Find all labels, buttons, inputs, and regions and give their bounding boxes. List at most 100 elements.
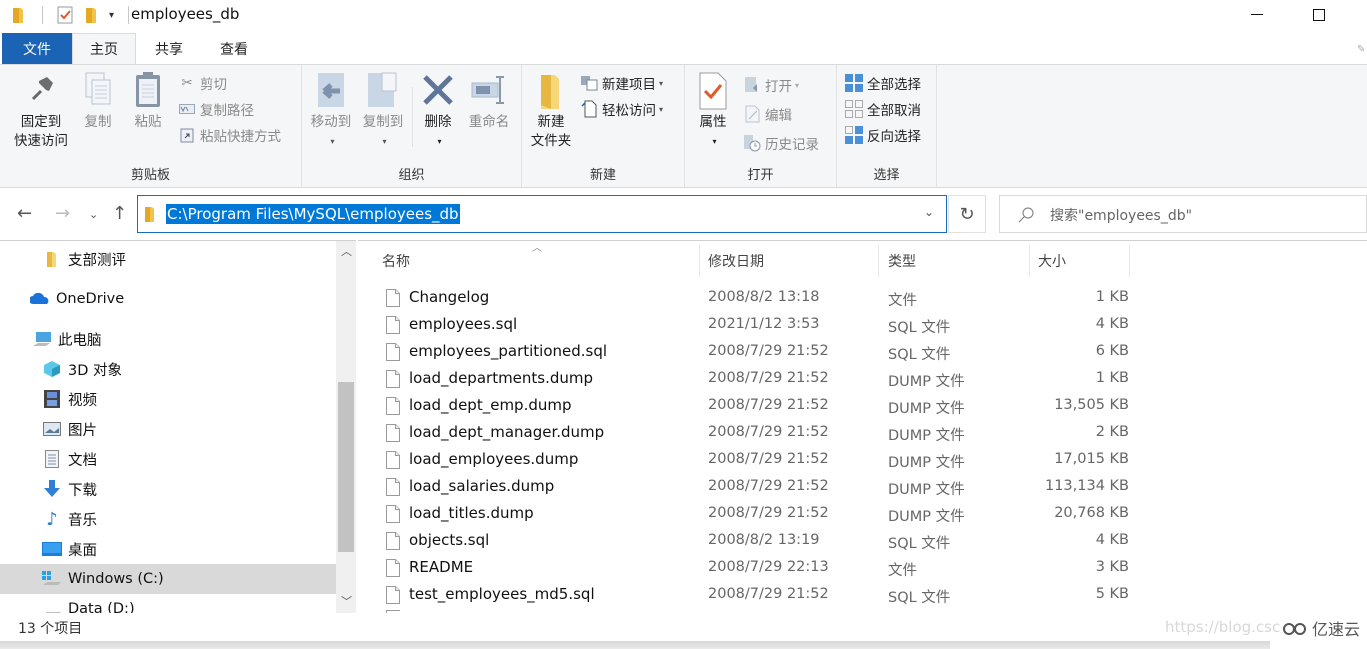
address-path[interactable]: C:\Program Files\MySQL\employees_db (166, 204, 460, 224)
item-count: 13 个项目 (18, 621, 83, 637)
file-date: 2008/7/29 21:52 (708, 424, 829, 440)
file-row[interactable]: load_dept_emp.dump 2008/7/29 21:52 DUMP 文件… (358, 393, 1367, 420)
scissors-icon: ✂ (181, 75, 193, 91)
column-header-type[interactable]: 类型 (888, 251, 916, 271)
back-button[interactable]: ← (17, 203, 32, 224)
sidebar-item-pictures[interactable]: 图片 (0, 414, 336, 444)
column-header-size[interactable]: 大小 (1038, 251, 1066, 271)
file-row[interactable]: README 2008/7/29 22:13 文件 3 KB (358, 555, 1367, 582)
rename-button[interactable]: 重命名 (462, 71, 516, 132)
sidebar-item-onedrive[interactable]: OneDrive (0, 284, 336, 314)
properties-icon[interactable] (57, 6, 73, 24)
navigation-bar: ← → ⌄ ↑ C:\Program Files\MySQL\employees… (0, 189, 1367, 239)
new-folder-icon[interactable] (85, 6, 99, 24)
sidebar-item-this-pc[interactable]: 此电脑 (0, 324, 336, 354)
sidebar-item-label: Windows (C:) (68, 571, 164, 587)
up-button[interactable]: ↑ (112, 203, 127, 224)
file-row[interactable]: load_salaries.dump 2008/7/29 21:52 DUMP 文件… (358, 474, 1367, 501)
file-row[interactable]: test_employees_md5.sql 2008/7/29 21:52 SQL… (358, 582, 1367, 609)
delete-button[interactable]: 删除 ▾ (418, 71, 458, 151)
forward-button[interactable]: → (55, 203, 70, 224)
file-icon (386, 316, 400, 334)
sidebar-item-music[interactable]: ♪ 音乐 (0, 504, 336, 534)
file-name: employees.sql (409, 315, 518, 333)
file-row[interactable]: load_titles.dump 2008/7/29 21:52 DUMP 文件 20… (358, 501, 1367, 528)
move-to-button[interactable]: 移动到 ▾ (306, 71, 356, 151)
maximize-button[interactable] (1296, 0, 1342, 30)
minimize-button[interactable] (1234, 0, 1280, 30)
file-row[interactable]: load_dept_manager.dump 2008/7/29 21:52 DUM… (358, 420, 1367, 447)
sidebar-scrollbar[interactable]: ︿ ﹀ (336, 241, 356, 613)
recent-locations-button[interactable]: ⌄ (89, 208, 98, 221)
drive-c-icon (42, 569, 62, 589)
tab-home[interactable]: 主页 (72, 33, 136, 64)
horizontal-scrollbar[interactable] (0, 641, 1270, 649)
column-header-name[interactable]: 名称 (382, 251, 410, 271)
copy-to-button[interactable]: 复制到 ▾ (358, 71, 408, 151)
copy-to-label: 复制到 (362, 114, 404, 130)
copy-button[interactable]: 复制 (78, 71, 118, 132)
paste-button[interactable]: 粘贴 (128, 71, 168, 132)
pin-quick-access-button[interactable]: 固定到 快速访问 (8, 71, 74, 151)
refresh-button[interactable]: ↻ (948, 195, 986, 233)
open-button[interactable]: 打开 ▾ (743, 73, 799, 97)
file-type: SQL 文件 (888, 590, 951, 606)
file-row[interactable]: Changelog 2008/8/2 13:18 文件 1 KB (358, 285, 1367, 312)
file-name: load_employees.dump (409, 450, 579, 468)
folder-icon[interactable] (12, 6, 26, 24)
file-name: load_dept_manager.dump (409, 423, 605, 441)
address-bar[interactable]: C:\Program Files\MySQL\employees_db ⌄ (137, 195, 947, 233)
file-row[interactable]: employees_partitioned.sql 2008/7/29 21:52… (358, 339, 1367, 366)
invert-selection-label: 反向选择 (867, 129, 921, 145)
file-type: DUMP 文件 (888, 509, 965, 525)
column-divider[interactable] (699, 245, 700, 277)
paste-shortcut-button[interactable]: 粘贴快捷方式 (178, 123, 281, 147)
column-divider[interactable] (1029, 245, 1030, 277)
address-dropdown-icon[interactable]: ⌄ (924, 205, 934, 219)
tab-file[interactable]: 文件 (2, 33, 72, 64)
sidebar-item-drive-c[interactable]: Windows (C:) (0, 564, 336, 594)
new-group: 新建 文件夹 新建项目 ▾ 轻松访问 ▾ 新建 (522, 65, 685, 187)
column-divider[interactable] (1129, 245, 1130, 277)
customize-dropdown-icon[interactable]: ▾ (109, 10, 114, 21)
sidebar-item-3d-objects[interactable]: 3D 对象 (0, 354, 336, 384)
sidebar-item-desktop[interactable]: 桌面 (0, 534, 336, 564)
search-box[interactable]: 搜索"employees_db" (999, 195, 1367, 233)
sidebar-item-documents[interactable]: 文档 (0, 444, 336, 474)
cut-button[interactable]: ✂ 剪切 (178, 71, 227, 95)
sidebar-item-drive-d[interactable]: Data (D:) (0, 594, 336, 613)
properties-dropdown-icon: ▾ (712, 137, 717, 146)
edit-icon[interactable]: ✎ (1357, 44, 1365, 55)
paste-shortcut-label: 粘贴快捷方式 (200, 129, 281, 145)
file-row[interactable]: load_departments.dump 2008/7/29 21:52 DUMP… (358, 366, 1367, 393)
edit-button[interactable]: 编辑 (743, 102, 792, 126)
history-button[interactable]: 历史记录 (743, 131, 819, 155)
copy-path-button[interactable]: 复制路径 (178, 97, 254, 121)
file-name: objects.sql (409, 531, 490, 549)
invert-selection-button[interactable]: 反向选择 (845, 123, 921, 147)
tab-share[interactable]: 共享 (138, 33, 200, 64)
select-group-label: 选择 (873, 168, 900, 183)
tab-view[interactable]: 查看 (202, 33, 266, 64)
watermark-url: https://blog.csc (1165, 618, 1281, 636)
sidebar-item-folder[interactable]: 支部测评 (0, 244, 336, 274)
sidebar-item-videos[interactable]: 视频 (0, 384, 336, 414)
properties-button[interactable]: 属性 ▾ (693, 71, 733, 151)
column-divider[interactable] (878, 245, 879, 277)
new-folder-button[interactable]: 新建 文件夹 (526, 71, 576, 151)
file-date: 2021/1/12 3:53 (708, 316, 820, 332)
easy-access-button[interactable]: 轻松访问 ▾ (580, 97, 663, 121)
column-header-date[interactable]: 修改日期 (708, 251, 764, 271)
select-none-button[interactable]: 全部取消 (845, 97, 921, 121)
file-row[interactable]: objects.sql 2008/8/2 13:19 SQL 文件 4 KB (358, 528, 1367, 555)
select-all-button[interactable]: 全部选择 (845, 71, 921, 95)
new-item-button[interactable]: 新建项目 ▾ (580, 71, 663, 95)
sidebar-scrollbar-thumb[interactable] (338, 382, 354, 552)
file-name: employees_partitioned.sql (409, 342, 608, 360)
sidebar-item-downloads[interactable]: 下载 (0, 474, 336, 504)
scroll-down-icon[interactable]: ﹀ (341, 593, 352, 609)
file-row[interactable]: load_employees.dump 2008/7/29 21:52 DUMP 文… (358, 447, 1367, 474)
scroll-up-icon[interactable]: ︿ (341, 243, 352, 259)
file-row[interactable]: employees.sql 2021/1/12 3:53 SQL 文件 4 KB (358, 312, 1367, 339)
minimize-icon (1251, 14, 1263, 15)
